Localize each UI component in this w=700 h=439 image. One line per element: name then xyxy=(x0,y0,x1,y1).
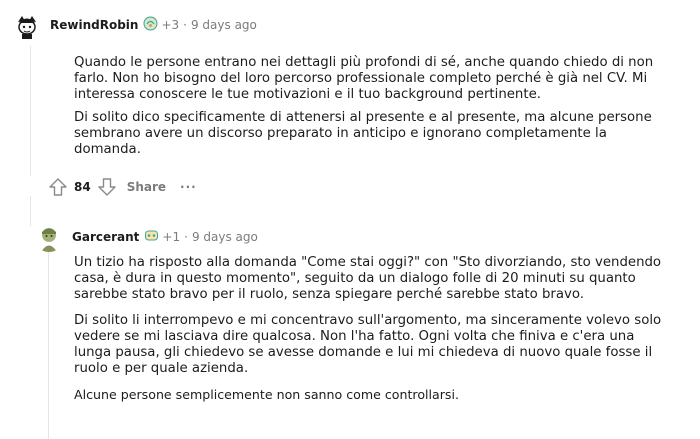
karma-badge: +3 xyxy=(161,18,180,32)
comment-paragraph: Un tizio ha risposto alla domanda "Come … xyxy=(74,255,662,302)
flair-icon xyxy=(143,16,158,35)
share-button[interactable]: Share xyxy=(127,180,166,194)
karma-badge: +1 xyxy=(162,230,181,244)
separator-dot: · xyxy=(184,230,188,244)
thread-line[interactable] xyxy=(30,196,31,226)
downvote-icon[interactable] xyxy=(97,177,117,197)
comment-actions: 84 Share ··· xyxy=(48,177,197,197)
comment-meta: RewindRobin +3 · 9 days ago xyxy=(12,10,257,40)
upvote-icon[interactable] xyxy=(48,177,68,197)
comment-paragraph: Quando le persone entrano nei dettagli p… xyxy=(74,55,654,102)
comment-paragraph: Di solito li interrompevo e mi concentra… xyxy=(74,313,662,376)
username[interactable]: Garcerant xyxy=(72,230,139,244)
more-options-button[interactable]: ··· xyxy=(180,180,197,194)
comment-meta: Garcerant +1 · 9 days ago xyxy=(34,222,258,252)
vote-count: 84 xyxy=(74,180,91,194)
separator-dot: · xyxy=(183,18,187,32)
comment-paragraph: Di solito dico specificamente di attener… xyxy=(74,110,652,157)
timestamp[interactable]: 9 days ago xyxy=(192,230,258,244)
timestamp[interactable]: 9 days ago xyxy=(191,18,257,32)
comment-body: Quando le persone entrano nei dettagli p… xyxy=(74,55,654,158)
avatar[interactable] xyxy=(34,222,64,252)
thread-line[interactable] xyxy=(30,46,31,176)
thread-line[interactable] xyxy=(48,252,49,439)
comment-paragraph: Alcune persone semplicemente non sanno c… xyxy=(74,387,459,402)
comment-body: Un tizio ha risposto alla domanda "Come … xyxy=(74,255,674,403)
avatar[interactable] xyxy=(12,10,42,40)
flair-icon xyxy=(144,228,159,247)
username[interactable]: RewindRobin xyxy=(50,18,138,32)
